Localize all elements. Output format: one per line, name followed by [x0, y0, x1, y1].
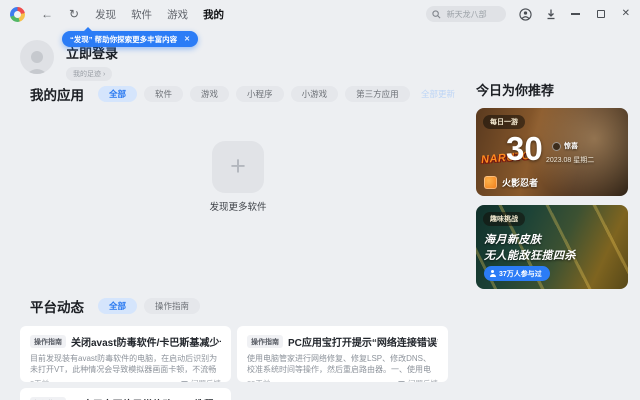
news-card[interactable]: 操作指南 PC应用宝打开提示“网络连接错误” 使用电脑管家进行网络修复、修复LS… — [237, 326, 448, 382]
my-apps-title: 我的应用 — [30, 88, 84, 103]
tag-circle-icon — [552, 141, 561, 151]
news-badge: 操作指南 — [30, 335, 66, 348]
daily-game-name: 火影忍者 — [502, 178, 539, 188]
feedback-label: 问题反馈 — [191, 378, 221, 382]
chevron-right-icon: › — [103, 70, 106, 78]
filter-minigames[interactable]: 小游戏 — [290, 86, 339, 102]
news-body: 使用电脑管家进行网络修复、修复LSP、修改DNS、校准系统时间等操作，然后重启路… — [247, 354, 432, 374]
recommend-column: 今日为你推荐 每日一游 NARUTO 30 惊喜 2023.08 星期二 火影忍… — [476, 80, 628, 289]
participants-pill: 37万人参与过 — [484, 266, 550, 281]
feedback-label: 问题反馈 — [408, 378, 438, 382]
footprints-label: 我的足迹 — [73, 71, 101, 78]
platform-news-header: 平台动态 全部 操作指南 — [20, 296, 448, 316]
naruto-game-icon — [484, 176, 497, 189]
app-logo-icon — [10, 6, 25, 22]
news-title: pc应用宝网络异常修改DNS教程 — [71, 396, 214, 400]
user-account-icon[interactable] — [518, 7, 532, 21]
search-input[interactable] — [444, 8, 500, 20]
refresh-icon[interactable]: ↻ — [69, 8, 79, 20]
discover-tooltip: “发现” 帮助你探索更多丰富内容 ✕ — [62, 27, 198, 47]
update-all-link[interactable]: 全部更新 — [421, 88, 455, 100]
filter-all[interactable]: 全部 — [98, 86, 138, 102]
news-title: 关闭avast防毒软件/卡巴斯基减少卡顿现象 — [71, 338, 221, 349]
tab-games[interactable]: 游戏 — [167, 7, 188, 22]
feedback-icon — [181, 380, 188, 382]
news-time: 2天前 — [30, 378, 49, 382]
platform-news-title: 平台动态 — [30, 300, 84, 315]
daily-game-badge: 每日一游 — [483, 115, 525, 129]
avatar[interactable] — [20, 40, 54, 74]
feedback-icon — [398, 380, 405, 382]
platform-news-section: 平台动态 全部 操作指南 操作指南 关闭avast防毒软件/卡巴斯基减少卡顿现象… — [20, 296, 448, 400]
filter-games[interactable]: 游戏 — [190, 86, 230, 102]
my-apps-header: 我的应用 全部 软件 游戏 小程序 小游戏 第三方应用 全部更新 — [30, 84, 455, 104]
daily-game-card[interactable]: 每日一游 NARUTO 30 惊喜 2023.08 星期二 火影忍者 — [476, 108, 628, 196]
minimize-icon[interactable] — [570, 13, 580, 15]
tab-discover[interactable]: 发现 — [95, 7, 116, 22]
title-bar: ← ↻ 发现 软件 游戏 我的 ✕ — [0, 0, 640, 28]
back-icon[interactable]: ← — [41, 8, 53, 20]
participants-count: 37万人参与过 — [499, 270, 542, 278]
filter-miniprograms[interactable]: 小程序 — [236, 86, 284, 102]
news-card[interactable]: 操作指南 pc应用宝网络异常修改DNS教程 — [20, 388, 231, 400]
challenge-badge: 趣味挑战 — [483, 212, 525, 226]
challenge-card[interactable]: 趣味挑战 海月新皮肤 无人能敌狂揽四杀 37万人参与过 — [476, 205, 628, 289]
daily-tag-label: 惊喜 — [564, 143, 578, 150]
discover-more-label: 发现更多软件 — [209, 202, 267, 213]
daily-game-row: 火影忍者 — [484, 176, 538, 189]
feedback-link[interactable]: 问题反馈 — [398, 378, 438, 382]
calendar-date: 2023.08 星期二 — [546, 157, 595, 164]
search-icon — [431, 9, 441, 18]
tooltip-text: “发现” 帮助你探索更多丰富内容 — [70, 34, 178, 44]
filter-thirdparty[interactable]: 第三方应用 — [345, 86, 410, 102]
feedback-link[interactable]: 问题反馈 — [181, 378, 221, 382]
news-grid: 操作指南 关闭avast防毒软件/卡巴斯基减少卡顿现象 目前发现装有avast防… — [20, 326, 448, 400]
challenge-line2: 无人能敌狂揽四杀 — [484, 250, 576, 262]
news-badge: 操作指南 — [247, 335, 283, 348]
discover-more-button[interactable]: + — [212, 141, 264, 193]
plus-icon: + — [230, 150, 246, 181]
tab-mine[interactable]: 我的 — [203, 7, 224, 22]
maximize-icon[interactable] — [596, 10, 605, 18]
daily-tag-row: 惊喜 — [552, 141, 578, 151]
footprints-link[interactable]: 我的足迹 › — [66, 67, 113, 81]
download-manager-icon[interactable] — [545, 8, 557, 20]
avatar-placeholder-icon — [26, 51, 48, 74]
close-window-icon[interactable]: ✕ — [622, 9, 630, 19]
search-box[interactable] — [425, 6, 506, 22]
recommend-title: 今日为你推荐 — [476, 83, 555, 98]
news-body: 目前发现装有avast防毒软件的电脑，在启动后识别为未打开VT，此种情况会导致模… — [30, 354, 218, 374]
tooltip-close-icon[interactable]: ✕ — [184, 35, 190, 43]
news-tab-guide[interactable]: 操作指南 — [144, 298, 201, 314]
filter-software[interactable]: 软件 — [144, 86, 184, 102]
window-controls: ✕ — [570, 9, 630, 19]
main-nav: 发现 软件 游戏 我的 — [95, 7, 224, 22]
news-card[interactable]: 操作指南 关闭avast防毒软件/卡巴斯基减少卡顿现象 目前发现装有avast防… — [20, 326, 231, 382]
news-time: 29天前 — [247, 378, 270, 382]
challenge-line1: 海月新皮肤 — [484, 234, 542, 246]
calendar-day-number: 30 — [506, 130, 543, 167]
news-title: PC应用宝打开提示“网络连接错误” — [288, 338, 438, 349]
news-tab-all[interactable]: 全部 — [98, 298, 138, 314]
tab-software[interactable]: 软件 — [131, 7, 152, 22]
people-icon — [489, 270, 496, 277]
